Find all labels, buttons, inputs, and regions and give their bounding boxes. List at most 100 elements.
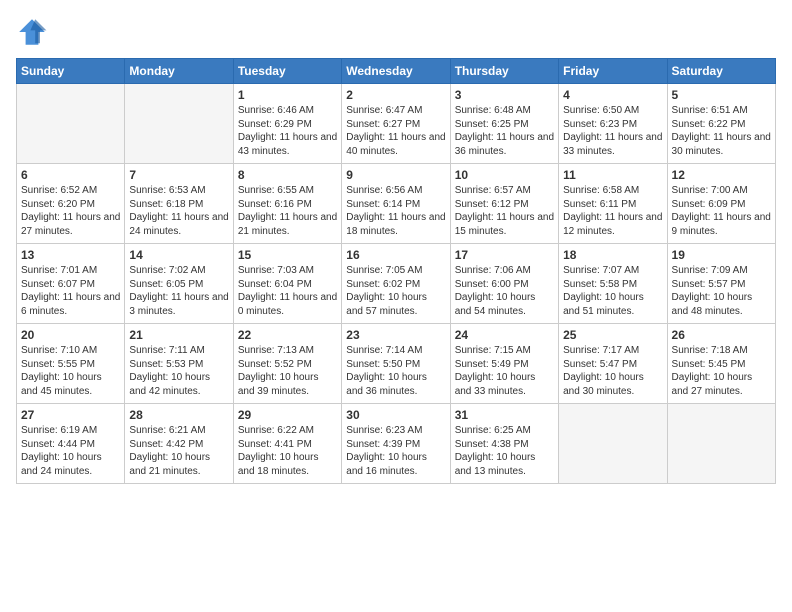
day-info: Sunrise: 6:19 AMSunset: 4:44 PMDaylight:… bbox=[21, 424, 120, 478]
day-number: 12 bbox=[672, 168, 771, 182]
calendar-cell: 5 Sunrise: 6:51 AMSunset: 6:22 PMDaylight… bbox=[667, 84, 775, 164]
day-info: Sunrise: 7:01 AMSunset: 6:07 PMDaylight:… bbox=[21, 264, 120, 318]
day-info: Sunrise: 6:48 AMSunset: 6:25 PMDaylight:… bbox=[455, 104, 554, 158]
calendar-cell: 9Sunrise: 6:56 AMSunset: 6:14 PMDaylight… bbox=[342, 164, 450, 244]
day-info: Sunrise: 7:17 AMSunset: 5:47 PMDaylight:… bbox=[563, 344, 662, 398]
calendar-week-3: 13 Sunrise: 7:01 AMSunset: 6:07 PMDayligh… bbox=[17, 244, 776, 324]
day-info: Sunrise: 7:10 AMSunset: 5:55 PMDaylight:… bbox=[21, 344, 120, 398]
day-number: 21 bbox=[129, 328, 228, 342]
day-info: Sunrise: 6:21 AMSunset: 4:42 PMDaylight:… bbox=[129, 424, 228, 478]
day-info: Sunrise: 6:58 AMSunset: 6:11 PMDaylight:… bbox=[563, 184, 662, 238]
calendar-cell: 19 Sunrise: 7:09 AMSunset: 5:57 PMDayligh… bbox=[667, 244, 775, 324]
day-info: Sunrise: 6:51 AMSunset: 6:22 PMDaylight:… bbox=[672, 104, 771, 158]
day-number: 16 bbox=[346, 248, 445, 262]
day-number: 13 bbox=[21, 248, 120, 262]
day-number: 30 bbox=[346, 408, 445, 422]
day-info: Sunrise: 6:25 AMSunset: 4:38 PMDaylight:… bbox=[455, 424, 554, 478]
day-info: Sunrise: 7:18 AMSunset: 5:45 PMDaylight:… bbox=[672, 344, 771, 398]
day-number: 1 bbox=[238, 88, 337, 102]
day-number: 27 bbox=[21, 408, 120, 422]
calendar-cell: 16 Sunrise: 7:05 AMSunset: 6:02 PMDayligh… bbox=[342, 244, 450, 324]
calendar-cell: 26 Sunrise: 7:18 AMSunset: 5:45 PMDayligh… bbox=[667, 324, 775, 404]
weekday-header-wednesday: Wednesday bbox=[342, 59, 450, 84]
day-number: 7 bbox=[129, 168, 228, 182]
calendar-cell: 23Sunrise: 7:14 AMSunset: 5:50 PMDayligh… bbox=[342, 324, 450, 404]
calendar-cell bbox=[125, 84, 233, 164]
day-number: 19 bbox=[672, 248, 771, 262]
calendar-cell: 20Sunrise: 7:10 AMSunset: 5:55 PMDayligh… bbox=[17, 324, 125, 404]
calendar-cell: 4Sunrise: 6:50 AMSunset: 6:23 PMDaylight… bbox=[559, 84, 667, 164]
day-number: 31 bbox=[455, 408, 554, 422]
day-info: Sunrise: 6:23 AMSunset: 4:39 PMDaylight:… bbox=[346, 424, 445, 478]
day-info: Sunrise: 7:09 AMSunset: 5:57 PMDaylight:… bbox=[672, 264, 771, 318]
calendar-cell: 6Sunrise: 6:52 AMSunset: 6:20 PMDaylight… bbox=[17, 164, 125, 244]
calendar-cell: 2Sunrise: 6:47 AMSunset: 6:27 PMDaylight… bbox=[342, 84, 450, 164]
day-number: 26 bbox=[672, 328, 771, 342]
day-number: 15 bbox=[238, 248, 337, 262]
weekday-header-sunday: Sunday bbox=[17, 59, 125, 84]
day-info: Sunrise: 6:53 AMSunset: 6:18 PMDaylight:… bbox=[129, 184, 228, 238]
day-info: Sunrise: 7:11 AMSunset: 5:53 PMDaylight:… bbox=[129, 344, 228, 398]
logo bbox=[16, 16, 52, 48]
day-number: 3 bbox=[455, 88, 554, 102]
weekday-header-saturday: Saturday bbox=[667, 59, 775, 84]
weekday-header-thursday: Thursday bbox=[450, 59, 558, 84]
calendar-cell: 24 Sunrise: 7:15 AMSunset: 5:49 PMDayligh… bbox=[450, 324, 558, 404]
calendar-cell: 22 Sunrise: 7:13 AMSunset: 5:52 PMDayligh… bbox=[233, 324, 341, 404]
calendar-cell: 3 Sunrise: 6:48 AMSunset: 6:25 PMDaylight… bbox=[450, 84, 558, 164]
calendar-cell: 8Sunrise: 6:55 AMSunset: 6:16 PMDaylight… bbox=[233, 164, 341, 244]
calendar-cell: 11 Sunrise: 6:58 AMSunset: 6:11 PMDayligh… bbox=[559, 164, 667, 244]
day-info: Sunrise: 6:47 AMSunset: 6:27 PMDaylight:… bbox=[346, 104, 445, 158]
weekday-header-tuesday: Tuesday bbox=[233, 59, 341, 84]
day-number: 9 bbox=[346, 168, 445, 182]
day-number: 10 bbox=[455, 168, 554, 182]
day-number: 24 bbox=[455, 328, 554, 342]
day-number: 5 bbox=[672, 88, 771, 102]
calendar-cell: 13 Sunrise: 7:01 AMSunset: 6:07 PMDayligh… bbox=[17, 244, 125, 324]
day-info: Sunrise: 7:07 AMSunset: 5:58 PMDaylight:… bbox=[563, 264, 662, 318]
calendar-cell bbox=[17, 84, 125, 164]
calendar-table: SundayMondayTuesdayWednesdayThursdayFrid… bbox=[16, 58, 776, 484]
calendar-cell: 12 Sunrise: 7:00 AMSunset: 6:09 PMDayligh… bbox=[667, 164, 775, 244]
calendar-cell: 29Sunrise: 6:22 AMSunset: 4:41 PMDayligh… bbox=[233, 404, 341, 484]
day-info: Sunrise: 6:22 AMSunset: 4:41 PMDaylight:… bbox=[238, 424, 337, 478]
calendar-cell: 17 Sunrise: 7:06 AMSunset: 6:00 PMDayligh… bbox=[450, 244, 558, 324]
day-info: Sunrise: 7:13 AMSunset: 5:52 PMDaylight:… bbox=[238, 344, 337, 398]
day-number: 11 bbox=[563, 168, 662, 182]
day-info: Sunrise: 6:46 AMSunset: 6:29 PMDaylight:… bbox=[238, 104, 337, 158]
day-number: 28 bbox=[129, 408, 228, 422]
calendar-cell: 1 Sunrise: 6:46 AMSunset: 6:29 PMDaylight… bbox=[233, 84, 341, 164]
day-number: 18 bbox=[563, 248, 662, 262]
calendar-cell: 7 Sunrise: 6:53 AMSunset: 6:18 PMDaylight… bbox=[125, 164, 233, 244]
day-number: 17 bbox=[455, 248, 554, 262]
page-header bbox=[16, 16, 776, 48]
calendar-cell: 28 Sunrise: 6:21 AMSunset: 4:42 PMDayligh… bbox=[125, 404, 233, 484]
day-info: Sunrise: 6:55 AMSunset: 6:16 PMDaylight:… bbox=[238, 184, 337, 238]
day-number: 23 bbox=[346, 328, 445, 342]
calendar-week-5: 27 Sunrise: 6:19 AMSunset: 4:44 PMDayligh… bbox=[17, 404, 776, 484]
calendar-week-2: 6Sunrise: 6:52 AMSunset: 6:20 PMDaylight… bbox=[17, 164, 776, 244]
calendar-cell: 27 Sunrise: 6:19 AMSunset: 4:44 PMDayligh… bbox=[17, 404, 125, 484]
day-info: Sunrise: 7:00 AMSunset: 6:09 PMDaylight:… bbox=[672, 184, 771, 238]
day-info: Sunrise: 6:52 AMSunset: 6:20 PMDaylight:… bbox=[21, 184, 120, 238]
day-info: Sunrise: 6:50 AMSunset: 6:23 PMDaylight:… bbox=[563, 104, 662, 158]
calendar-cell: 15 Sunrise: 7:03 AMSunset: 6:04 PMDayligh… bbox=[233, 244, 341, 324]
day-number: 22 bbox=[238, 328, 337, 342]
day-info: Sunrise: 7:03 AMSunset: 6:04 PMDaylight:… bbox=[238, 264, 337, 318]
calendar-cell: 18 Sunrise: 7:07 AMSunset: 5:58 PMDayligh… bbox=[559, 244, 667, 324]
day-info: Sunrise: 7:02 AMSunset: 6:05 PMDaylight:… bbox=[129, 264, 228, 318]
day-info: Sunrise: 6:57 AMSunset: 6:12 PMDaylight:… bbox=[455, 184, 554, 238]
day-info: Sunrise: 7:15 AMSunset: 5:49 PMDaylight:… bbox=[455, 344, 554, 398]
calendar-cell: 31 Sunrise: 6:25 AMSunset: 4:38 PMDayligh… bbox=[450, 404, 558, 484]
calendar-cell bbox=[667, 404, 775, 484]
weekday-header-row: SundayMondayTuesdayWednesdayThursdayFrid… bbox=[17, 59, 776, 84]
calendar-week-1: 1 Sunrise: 6:46 AMSunset: 6:29 PMDaylight… bbox=[17, 84, 776, 164]
calendar-cell: 21 Sunrise: 7:11 AMSunset: 5:53 PMDayligh… bbox=[125, 324, 233, 404]
calendar-week-4: 20Sunrise: 7:10 AMSunset: 5:55 PMDayligh… bbox=[17, 324, 776, 404]
calendar-cell: 10 Sunrise: 6:57 AMSunset: 6:12 PMDayligh… bbox=[450, 164, 558, 244]
weekday-header-monday: Monday bbox=[125, 59, 233, 84]
weekday-header-friday: Friday bbox=[559, 59, 667, 84]
day-info: Sunrise: 7:06 AMSunset: 6:00 PMDaylight:… bbox=[455, 264, 554, 318]
day-info: Sunrise: 7:05 AMSunset: 6:02 PMDaylight:… bbox=[346, 264, 445, 318]
logo-icon bbox=[16, 16, 48, 48]
